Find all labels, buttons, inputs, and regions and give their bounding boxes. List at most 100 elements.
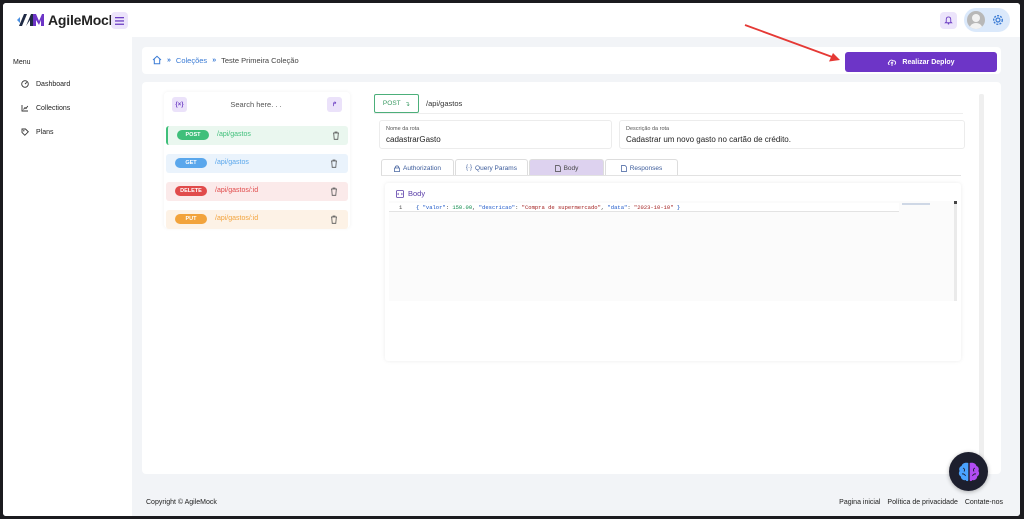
logo[interactable]: AgileMock [17,11,116,29]
sidebar: Menu Dashboard Collections Plans [3,37,131,516]
body-editor-card: Body 1 { "valor": 150.00, "descricao": "… [385,183,961,361]
method-badge: PUT [175,214,207,224]
route-path: /api/gastos [217,131,251,138]
method-select-value: POST [382,100,401,107]
footer-link-home[interactable]: Pagina inicial [839,499,880,506]
chevron-right-icon: » [167,56,171,64]
code-scrollbar[interactable] [954,201,957,301]
tab-label: Body [563,164,579,172]
trash-icon[interactable] [330,187,338,196]
sidebar-item-label: Dashboard [36,80,71,88]
file-icon [554,164,561,172]
menu-toggle-button[interactable] [111,12,128,29]
method-change-icon: ↴ [404,100,411,108]
tab-label: Query Params [475,164,517,172]
editor-scrollbar[interactable] [979,94,984,460]
route-item-get[interactable]: GET /api/gastos [166,154,348,173]
braces-icon: {·} [466,165,473,171]
route-description-field[interactable]: Descrição da rota Cadastrar um novo gast… [619,120,965,149]
chevron-right-icon: » [212,56,217,64]
code-line: 1 { "valor": 150.00, "descricao": "Compr… [389,203,899,212]
collections-icon [21,105,29,112]
tab-responses[interactable]: Responses [605,159,678,176]
sidebar-title: Menu [13,59,31,66]
request-tabs: Authorization {·} Query Params Body Resp… [381,159,679,176]
footer: Copyright © AgileMock Pagina inicial Pol… [132,492,1020,516]
route-path: /api/gastos [215,159,249,166]
body-section-title: Body [396,189,425,198]
breadcrumb-current: Teste Primeira Coleção [221,55,299,65]
tab-label: Responses [629,164,663,172]
tab-query-params[interactable]: {·} Query Params [455,159,528,176]
route-name-field[interactable]: Nome da rota cadastrarGasto [379,120,612,149]
tab-label: Authorization [403,164,441,172]
sidebar-item-plans[interactable]: Plans [21,128,54,136]
breadcrumb: » Coleções » Teste Primeira Coleção [152,55,299,65]
dashboard-icon [21,80,29,88]
brain-icon [958,462,979,481]
trash-icon[interactable] [332,131,340,140]
annotation-arrow [744,24,840,62]
method-select[interactable]: POST ↴ [374,94,419,113]
route-item-put[interactable]: PUT /api/gastos/:id [166,210,348,229]
method-path-row: POST ↴ /api/gastos [374,94,963,114]
lock-icon [394,165,400,172]
share-icon: ↱ [331,102,338,108]
route-path: /api/gastos/:id [215,215,259,222]
route-search-input[interactable] [191,95,321,114]
route-item-delete[interactable]: DELETE /api/gastos/:id [166,182,348,201]
route-description-value: Cadastrar um novo gasto no cartão de cré… [626,135,791,144]
code-text: { "valor": 150.00, "descricao": "Compra … [416,204,681,211]
ai-assistant-button[interactable] [949,452,988,491]
route-path-input[interactable]: /api/gastos [426,99,462,108]
route-name-value: cadastrarGasto [386,135,441,144]
cloud-upload-icon [888,59,897,66]
gear-icon[interactable] [991,13,1005,27]
deploy-button[interactable]: Realizar Deploy [845,52,997,72]
main-area: » Coleções » Teste Primeira Coleção Real… [132,37,1020,516]
tag-icon [21,128,29,136]
top-bar: AgileMock [3,3,1020,37]
footer-links: Pagina inicial Política de privacidade C… [839,499,1003,506]
trash-icon[interactable] [330,159,338,168]
route-item-post[interactable]: POST /api/gastos [166,126,348,145]
method-badge: GET [175,158,207,168]
method-badge: DELETE [175,186,207,196]
tab-authorization[interactable]: Authorization [381,159,454,176]
search-row: {×} ↱ [164,92,350,118]
deploy-button-label: Realizar Deploy [902,58,955,66]
breadcrumb-collections-link[interactable]: Coleções [176,56,207,65]
app-name: AgileMock [48,12,117,28]
trash-icon[interactable] [330,215,338,224]
home-icon[interactable] [152,55,162,65]
code-file-icon [396,189,404,198]
avatar [967,11,985,29]
footer-link-privacy[interactable]: Política de privacidade [887,499,957,506]
route-path: /api/gastos/:id [215,187,259,194]
notifications-button[interactable] [940,12,957,29]
routes-panel: {×} ↱ POST /api/gastos GET /api/gastos D… [164,92,350,229]
body-title-text: Body [408,189,426,198]
route-name-label: Nome da rota [386,126,420,132]
share-button[interactable]: ↱ [327,97,342,112]
sidebar-item-label: Plans [36,128,54,136]
method-badge: POST [177,130,209,140]
code-editor[interactable]: 1 { "valor": 150.00, "descricao": "Compr… [389,201,957,301]
tab-body[interactable]: Body [529,159,604,176]
braces-icon: {×} [175,101,184,108]
tab-divider [381,175,961,176]
file-icon [620,164,627,172]
copyright: Copyright © AgileMock [146,499,217,506]
bell-icon [944,16,953,25]
logo-icon [17,14,44,26]
hamburger-icon [115,16,124,25]
route-description-label: Descrição da rota [626,126,670,132]
sidebar-item-collections[interactable]: Collections [21,104,70,112]
content-card: {×} ↱ POST /api/gastos GET /api/gastos D… [142,82,1001,491]
code-minimap[interactable] [902,203,930,205]
app-window: AgileMock Menu Dashboard Collections Pla… [3,3,1020,516]
sidebar-item-dashboard[interactable]: Dashboard [21,80,70,88]
user-menu[interactable] [964,8,1010,32]
collection-variables-button[interactable]: {×} [172,97,187,112]
footer-link-contact[interactable]: Contate-nos [965,499,1003,506]
